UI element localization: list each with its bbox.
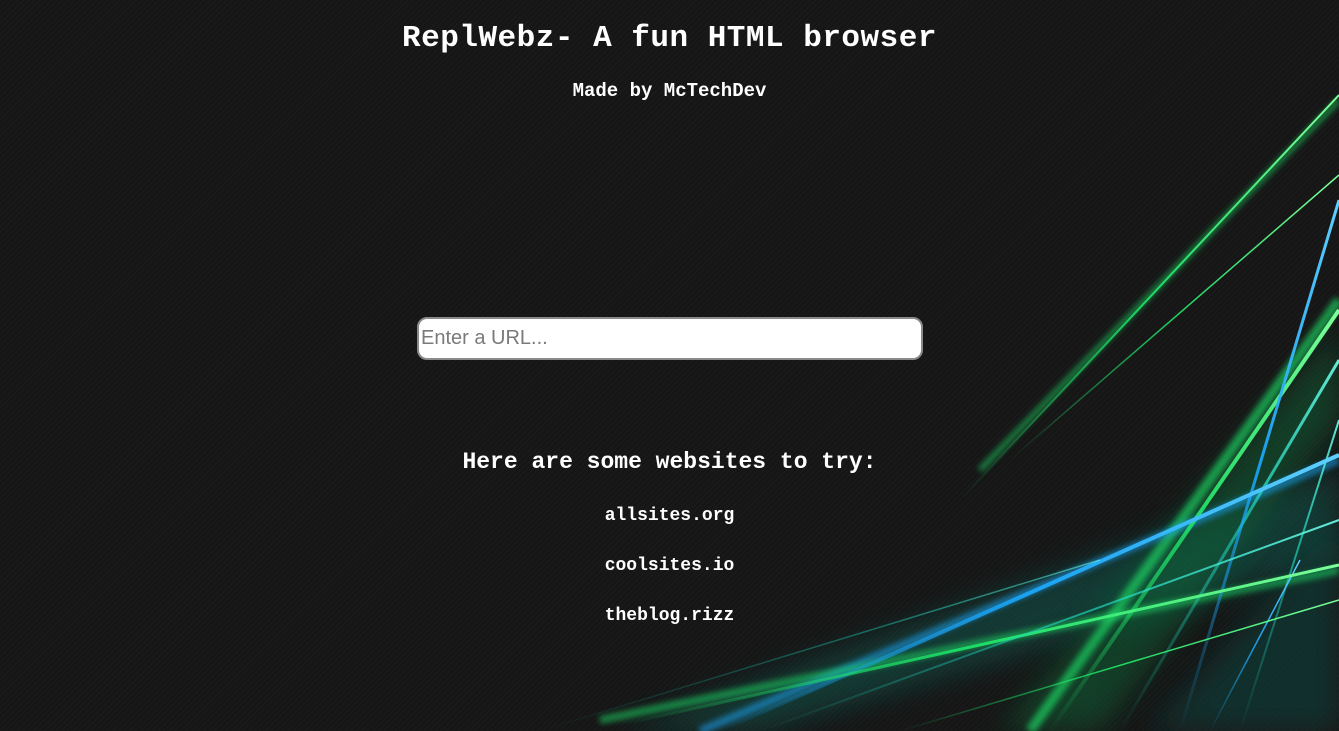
- page-content: ReplWebz- A fun HTML browser Made by McT…: [0, 0, 1339, 731]
- author-credit: Made by McTechDev: [572, 80, 767, 102]
- site-link-coolsites[interactable]: coolsites.io: [605, 556, 735, 576]
- suggested-site-container: coolsites.io: [0, 555, 1339, 577]
- suggested-site-container: theblog.rizz: [0, 605, 1339, 627]
- site-link-allsites[interactable]: allsites.org: [605, 506, 735, 526]
- suggested-sites-heading: Here are some websites to try:: [462, 449, 877, 475]
- suggested-site-container: allsites.org: [0, 505, 1339, 527]
- site-link-theblog[interactable]: theblog.rizz: [605, 606, 735, 626]
- page-title: ReplWebz- A fun HTML browser: [402, 21, 937, 56]
- url-input[interactable]: [417, 317, 923, 360]
